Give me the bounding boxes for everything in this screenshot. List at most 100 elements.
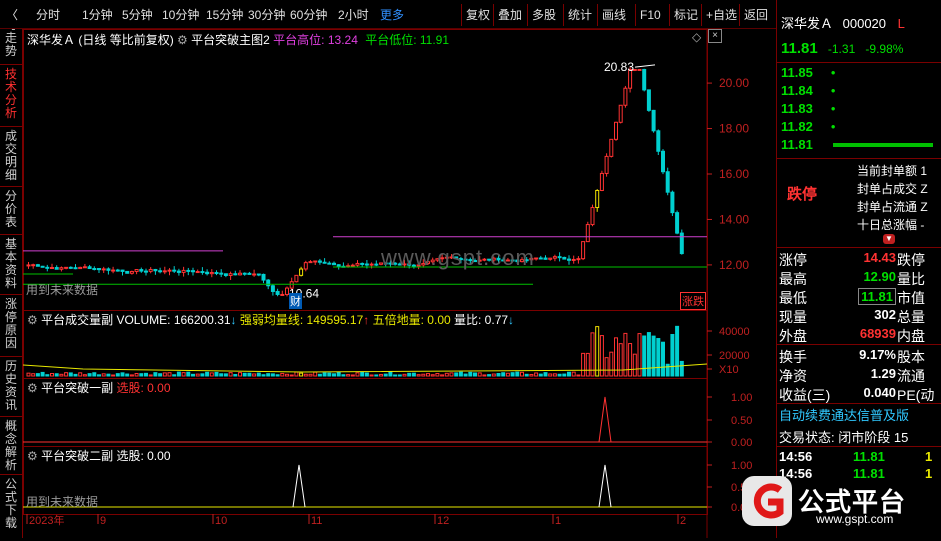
- candle-body: [336, 264, 341, 267]
- settings-gear-icon[interactable]: ⚙: [27, 449, 38, 463]
- function-tab-6[interactable]: 标记: [674, 6, 698, 24]
- candle-body: [614, 121, 618, 140]
- volume-bar: [552, 373, 557, 377]
- sidebar-item-2[interactable]: 成交明细: [2, 130, 20, 182]
- function-tab-3[interactable]: 统计: [568, 6, 592, 24]
- book-price: 11.81: [781, 137, 813, 152]
- volume-bar: [317, 373, 322, 377]
- volume-bar: [111, 374, 116, 377]
- settings-gear-icon[interactable]: ⚙: [177, 33, 188, 47]
- l-mark-icon: L: [897, 16, 905, 31]
- volume-bar: [520, 371, 524, 377]
- up-arrow-icon: ↑: [363, 313, 370, 327]
- function-tab-7[interactable]: +自选: [706, 6, 737, 24]
- volume-bar: [78, 372, 83, 377]
- volume-bar: [40, 371, 45, 377]
- volume-bar: [332, 373, 336, 377]
- sub2-indicator-name[interactable]: 平台突破二副: [41, 449, 113, 463]
- indicator-name[interactable]: 平台突破主图2: [191, 33, 270, 47]
- candle-body: [327, 262, 332, 265]
- candle-body: [581, 241, 586, 260]
- order-book-row[interactable]: 11.83 •: [781, 100, 939, 118]
- settings-gear-icon[interactable]: ⚙: [27, 381, 38, 395]
- volume-bar: [628, 343, 633, 377]
- sidebar-item-6[interactable]: 历史资讯: [2, 360, 20, 412]
- period-tab-1[interactable]: 1分钟: [82, 6, 113, 24]
- volume-bar: [585, 352, 590, 377]
- close-icon[interactable]: ×: [708, 29, 722, 43]
- marquee-text[interactable]: 自动续费通达信普及版: [779, 405, 909, 424]
- volume-bar: [195, 373, 200, 377]
- settings-gear-icon[interactable]: ⚙: [27, 313, 38, 327]
- volume-bar: [444, 372, 449, 377]
- sidebar-item-3[interactable]: 分价表: [2, 190, 20, 229]
- candle-body: [308, 261, 313, 264]
- candle-body: [576, 258, 581, 261]
- volume-indicator-name[interactable]: 平台成交量副: [41, 313, 113, 327]
- volume-bar: [534, 372, 539, 377]
- volume-bar: [675, 325, 680, 377]
- candle-body: [665, 171, 670, 193]
- sub1-indicator-name[interactable]: 平台突破一副: [41, 381, 113, 395]
- period-tab-4[interactable]: 15分钟: [206, 6, 243, 24]
- volume-bar: [609, 351, 614, 377]
- function-tab-2[interactable]: 多股: [532, 6, 556, 24]
- back-arrow-icon[interactable]: 〈: [6, 6, 18, 24]
- function-tab-1[interactable]: 叠加: [498, 6, 522, 24]
- candle-body: [242, 272, 247, 275]
- sidebar-item-1[interactable]: 技术分析: [2, 68, 20, 120]
- candle-body: [115, 269, 120, 272]
- sidebar-item-8[interactable]: 公式下载: [2, 478, 20, 530]
- period-tab-5[interactable]: 30分钟: [248, 6, 285, 24]
- adjust-label[interactable]: (日线 等比前复权): [78, 33, 173, 47]
- expand-arrow-icon[interactable]: ▼: [883, 234, 895, 244]
- period-tab-3[interactable]: 10分钟: [162, 6, 199, 24]
- volume-bar: [430, 374, 435, 377]
- candle-body: [595, 189, 600, 209]
- volume-bar: [595, 326, 600, 377]
- sidebar-item-7[interactable]: 概念解析: [2, 420, 20, 472]
- volume-bar: [162, 372, 167, 377]
- volume-bar: [449, 372, 454, 377]
- volume-bar: [571, 371, 576, 377]
- order-book-row[interactable]: 11.81: [781, 136, 939, 154]
- sidebar-item-5[interactable]: 涨停原因: [2, 298, 20, 350]
- volume-bar: [557, 373, 562, 377]
- stat-value: 0.040: [863, 385, 896, 400]
- price-tick-label: 16.00: [719, 167, 749, 181]
- volume-bar: [97, 374, 101, 377]
- function-tab-4[interactable]: 画线: [602, 6, 626, 24]
- function-tab-5[interactable]: F10: [640, 6, 661, 24]
- volume-bar: [35, 373, 40, 377]
- period-tab-6[interactable]: 60分钟: [290, 6, 327, 24]
- volume-bar: [538, 373, 543, 377]
- order-book-row[interactable]: 11.82 •: [781, 118, 939, 136]
- volume-bar: [360, 371, 365, 377]
- candle-body: [303, 262, 308, 270]
- sidebar-item-4[interactable]: 基本资料: [2, 238, 20, 290]
- period-tab-0[interactable]: 分时: [36, 6, 60, 24]
- period-tab-7[interactable]: 2小时: [338, 6, 369, 24]
- book-price: 11.82: [781, 119, 813, 134]
- function-tab-8[interactable]: 返回: [744, 6, 768, 24]
- finance-flag[interactable]: 财: [289, 293, 302, 309]
- diamond-icon[interactable]: ◇: [692, 30, 701, 44]
- price-tick-label: 12.00: [719, 258, 749, 272]
- candle-body: [238, 272, 242, 276]
- volume-bar: [458, 371, 463, 377]
- volume-bar: [515, 371, 520, 377]
- sub2-signal-spike: [598, 464, 612, 508]
- volume-bar: [125, 373, 130, 377]
- quote-panel: 深华发Ａ 000020 L 11.81 -1.31 -9.98% 跌停 ▼ 自动…: [776, 0, 941, 538]
- candle-body: [134, 269, 139, 272]
- order-book-row[interactable]: 11.85 •: [781, 64, 939, 82]
- candle-body: [317, 260, 322, 263]
- volume-bar: [115, 373, 120, 377]
- limit-flag[interactable]: 涨跌: [680, 292, 706, 310]
- volume-bar: [524, 373, 529, 377]
- period-tab-2[interactable]: 5分钟: [122, 6, 153, 24]
- stat-label: 换手: [779, 349, 807, 365]
- function-tab-0[interactable]: 复权: [466, 6, 490, 24]
- order-book-row[interactable]: 11.84 •: [781, 82, 939, 100]
- period-tab-8[interactable]: 更多: [380, 6, 404, 24]
